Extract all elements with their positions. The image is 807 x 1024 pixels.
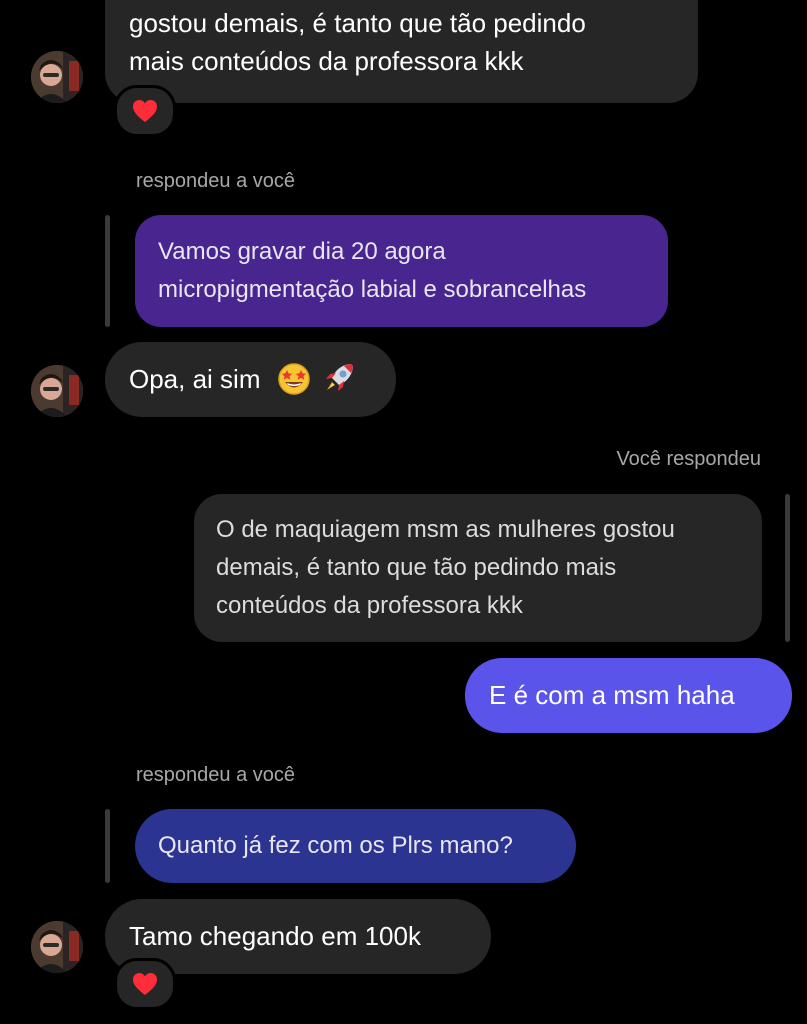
avatar[interactable] [31, 51, 83, 103]
reply-quote-line: conteúdos da professora kkk [216, 592, 523, 619]
message-text: Opa, ai sim [129, 364, 261, 394]
avatar[interactable] [31, 365, 83, 417]
star-struck-emoji [277, 363, 310, 395]
reply-quote-line: demais, é tanto que tão pedindo mais [216, 554, 617, 581]
reply-quote[interactable]: Vamos gravar dia 20 agora micropigmentaç… [135, 215, 668, 327]
message-text-line: gostou demais, é tanto que tão pedindo [129, 8, 586, 38]
reply-quote-line: Vamos gravar dia 20 agora [158, 238, 446, 265]
message-text-line: mais conteúdos da professora kkk [129, 46, 524, 76]
reply-quote[interactable]: O de maquiagem msm as mulheres gostou de… [194, 494, 762, 642]
reply-quote-line: micropigmentação labial e sobrancelhas [158, 276, 587, 303]
message-bubble-sent[interactable]: E é com a msm haha [465, 658, 792, 733]
reply-quote-text: Quanto já fez com os Plrs mano? [158, 832, 513, 859]
reply-quote-line: O de maquiagem msm as mulheres gostou [216, 516, 675, 543]
reply-quote-bar [105, 215, 110, 327]
reply-quote-bar [785, 494, 790, 642]
heart-reaction[interactable] [114, 85, 176, 137]
avatar[interactable] [31, 921, 83, 973]
message-text: E é com a msm haha [489, 680, 735, 710]
heart-icon [133, 100, 157, 122]
reply-label: respondeu a você [136, 764, 296, 786]
rocket-emoji [325, 364, 353, 392]
message-bubble-received[interactable]: Opa, ai sim [105, 342, 396, 417]
reply-quote[interactable]: Quanto já fez com os Plrs mano? [135, 809, 576, 883]
heart-icon [133, 973, 157, 995]
heart-reaction[interactable] [114, 958, 176, 1010]
reply-quote-bar [105, 809, 110, 883]
reply-label: Você respondeu [616, 448, 761, 470]
reply-label: respondeu a você [136, 170, 296, 192]
message-text: Tamo chegando em 100k [129, 921, 421, 951]
message-bubble-received[interactable]: gostou demais, é tanto que tão pedindo m… [105, 0, 698, 103]
